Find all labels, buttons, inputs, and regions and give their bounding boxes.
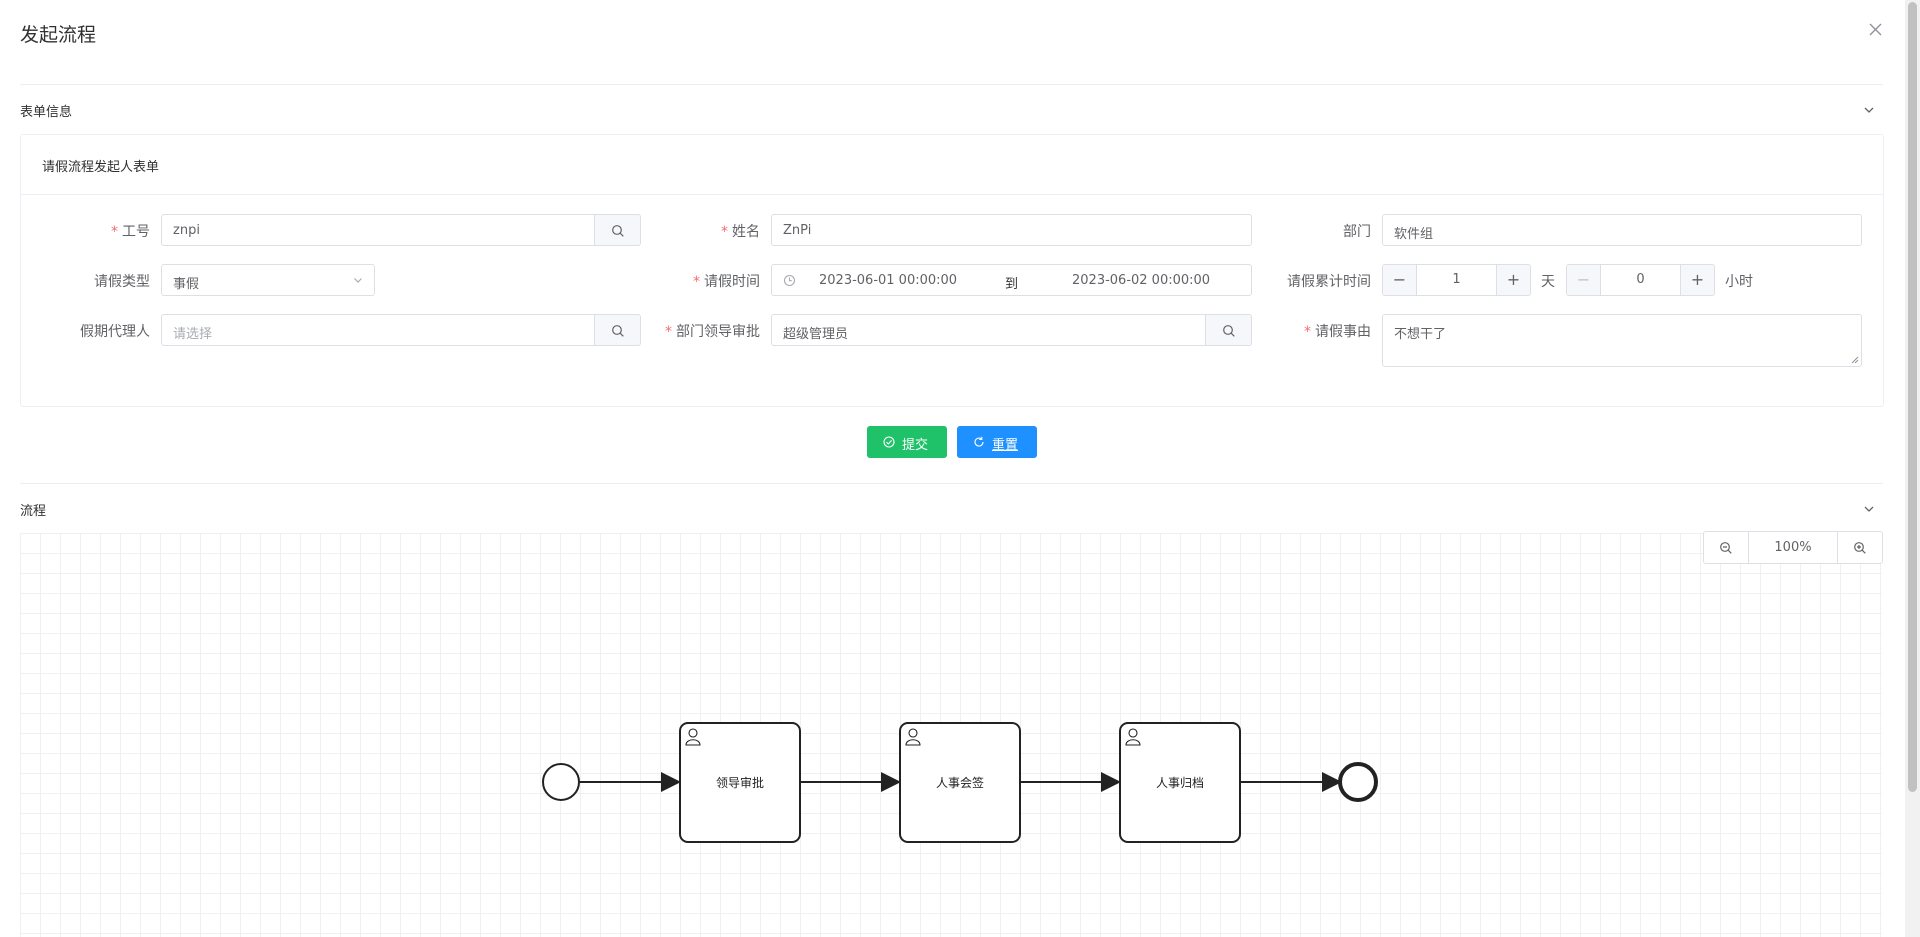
- form-section-title: 表单信息: [20, 105, 73, 120]
- card-header: 请假流程发起人表单: [21, 135, 1883, 195]
- range-separator: 到: [1005, 277, 1019, 292]
- zoom-out-icon: [1720, 542, 1732, 554]
- submit-button[interactable]: 提交: [867, 426, 947, 458]
- user-task-hr-archive[interactable]: 人事归档: [1119, 722, 1241, 843]
- zoom-controls: 100%: [1703, 531, 1883, 564]
- dept-leader-input[interactable]: 超级管理员: [771, 314, 1252, 346]
- zoom-level: 100%: [1774, 540, 1812, 555]
- agent-search-button[interactable]: [594, 315, 640, 345]
- dialog-title: 发起流程: [20, 24, 97, 46]
- hours-unit: 小时: [1725, 274, 1753, 290]
- reason-label: * 请假事由: [1304, 324, 1371, 340]
- task-label: 人事会签: [936, 775, 984, 790]
- header-divider: [20, 84, 1883, 85]
- zoom-out-button[interactable]: [1704, 532, 1749, 563]
- zoom-in-icon: [1854, 542, 1866, 554]
- department-input[interactable]: 软件组: [1382, 214, 1862, 246]
- days-unit: 天: [1541, 274, 1555, 290]
- agent-placeholder: 请选择: [173, 327, 213, 342]
- refresh-icon: [974, 436, 984, 447]
- search-icon: [612, 225, 624, 237]
- check-circle-icon: [883, 436, 895, 448]
- leave-days-stepper[interactable]: − 1 +: [1382, 264, 1531, 296]
- search-icon: [1223, 325, 1235, 337]
- reason-textarea[interactable]: 不想干了: [1382, 314, 1862, 367]
- department-value: 软件组: [1394, 227, 1434, 242]
- card-title: 请假流程发起人表单: [42, 160, 160, 175]
- close-icon[interactable]: [1866, 20, 1886, 40]
- leave-type-select[interactable]: 事假: [161, 264, 375, 296]
- reason-value: 不想干了: [1394, 327, 1447, 342]
- name-label: * 姓名: [721, 224, 760, 240]
- chevron-down-icon: [354, 278, 362, 283]
- employee-id-label: * 工号: [111, 224, 150, 240]
- hours-decrease-button[interactable]: −: [1567, 265, 1601, 295]
- task-label: 领导审批: [716, 775, 764, 790]
- end-event[interactable]: [1338, 762, 1378, 802]
- employee-search-button[interactable]: [594, 215, 640, 245]
- leave-total-label: 请假累计时间: [1287, 274, 1371, 290]
- leave-type-label: 请假类型: [94, 274, 150, 290]
- chevron-down-icon[interactable]: [1862, 501, 1876, 515]
- name-value: ZnPi: [783, 223, 812, 238]
- submit-label: 提交: [902, 438, 929, 453]
- clock-icon: [783, 274, 796, 287]
- days-value: 1: [1452, 272, 1461, 287]
- dept-leader-value: 超级管理员: [783, 327, 849, 342]
- days-decrease-button[interactable]: −: [1383, 265, 1417, 295]
- vertical-scrollbar[interactable]: [1905, 0, 1920, 937]
- department-label: 部门: [1343, 224, 1371, 240]
- chevron-down-icon[interactable]: [1862, 102, 1876, 116]
- search-icon: [612, 325, 624, 337]
- flow-section-title: 流程: [20, 504, 47, 519]
- flow-divider: [20, 483, 1883, 484]
- user-task-hr-countersign[interactable]: 人事会签: [899, 722, 1021, 843]
- name-input[interactable]: ZnPi: [771, 214, 1252, 246]
- dept-leader-label: * 部门领导审批: [665, 324, 760, 340]
- resize-handle-icon[interactable]: [1851, 356, 1859, 364]
- hours-value: 0: [1636, 272, 1645, 287]
- reset-label: 重置: [992, 438, 1019, 453]
- start-event[interactable]: [542, 763, 580, 801]
- hours-increase-button[interactable]: +: [1680, 265, 1714, 295]
- dept-leader-search-button[interactable]: [1205, 315, 1251, 345]
- leave-time-range-picker[interactable]: 2023-06-01 00:00:00 到 2023-06-02 00:00:0…: [771, 264, 1252, 296]
- reset-button[interactable]: 重置: [957, 426, 1037, 458]
- leave-type-value: 事假: [173, 277, 200, 292]
- leave-hours-stepper[interactable]: − 0 +: [1566, 264, 1715, 296]
- user-task-leader-approval[interactable]: 领导审批: [679, 722, 801, 843]
- leave-start-time[interactable]: 2023-06-01 00:00:00: [819, 273, 957, 288]
- leave-end-time[interactable]: 2023-06-02 00:00:00: [1072, 273, 1210, 288]
- bpmn-canvas[interactable]: 领导审批 人事会签 人事归档: [20, 533, 1882, 937]
- zoom-in-button[interactable]: [1837, 532, 1882, 563]
- scrollbar-thumb[interactable]: [1908, 2, 1917, 792]
- agent-input[interactable]: 请选择: [161, 314, 641, 346]
- task-label: 人事归档: [1156, 776, 1204, 790]
- agent-label: 假期代理人: [80, 324, 150, 340]
- employee-id-input[interactable]: znpi: [161, 214, 641, 246]
- employee-id-value: znpi: [173, 223, 200, 238]
- days-increase-button[interactable]: +: [1496, 265, 1530, 295]
- leave-time-label: * 请假时间: [693, 274, 760, 290]
